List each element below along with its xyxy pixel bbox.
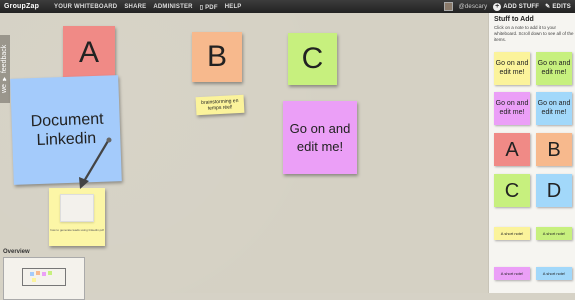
template-note-green[interactable]: Go on and edit me!: [536, 52, 572, 85]
main-nav: YOUR WHITEBOARD SHARE ADMINISTER ▯ PDF H…: [54, 4, 242, 11]
pencil-icon: ✎: [545, 4, 551, 10]
note-document-text: Document Linkedin: [30, 110, 104, 150]
template-short-note-pink[interactable]: A short note!: [494, 267, 530, 280]
sticky-note-c[interactable]: C: [288, 33, 337, 85]
image-note[interactable]: how to generate leads using linkedin.pdf: [49, 188, 105, 246]
template-short-text: A short note!: [542, 231, 566, 236]
template-short-text: A short note!: [500, 271, 524, 276]
note-b-text: B: [206, 40, 227, 73]
note-c-text: C: [301, 42, 324, 75]
top-bar: GroupZap YOUR WHITEBOARD SHARE ADMINISTE…: [0, 0, 575, 13]
nav-your-whiteboard[interactable]: YOUR WHITEBOARD: [54, 4, 117, 11]
document-thumbnail: [60, 194, 94, 222]
nav-share[interactable]: SHARE: [124, 4, 146, 11]
stuff-to-add-panel: Stuff to Add Click on a note to add it t…: [488, 13, 575, 293]
template-note-pink[interactable]: Go on and edit me!: [494, 92, 530, 125]
avatar[interactable]: [443, 2, 453, 11]
add-stuff-label: ADD STUFF: [503, 3, 540, 10]
nav-help[interactable]: HELP: [225, 4, 242, 11]
nav-pdf[interactable]: ▯ PDF: [200, 4, 218, 11]
template-short-note-green[interactable]: A short note!: [536, 227, 572, 240]
whiteboard[interactable]: we ♥ feedback A B C brainstorming en tem…: [0, 13, 488, 300]
note-a-text: A: [78, 35, 99, 69]
minimap-note: [36, 271, 40, 275]
template-letter-a[interactable]: A: [494, 133, 530, 166]
minimap-note: [42, 272, 46, 276]
sticky-note-brainstorm[interactable]: brainstorming en temps réel!: [195, 94, 245, 116]
overview-minimap[interactable]: [3, 257, 85, 300]
template-letter-text: C: [504, 179, 520, 202]
app-logo[interactable]: GroupZap: [4, 3, 39, 10]
add-stuff-button[interactable]: + ADD STUFF: [493, 2, 540, 11]
panel-description: Click on a note to add it to your whiteb…: [494, 25, 574, 42]
feedback-tab[interactable]: we ♥ feedback: [0, 35, 10, 103]
overview-viewport[interactable]: [22, 268, 66, 286]
template-note-text: Go on and edit me!: [495, 59, 529, 76]
template-short-note-yellow[interactable]: A short note!: [494, 227, 530, 240]
minimap-note: [32, 278, 36, 282]
template-letter-c[interactable]: C: [494, 174, 530, 207]
template-note-text: Go on and edit me!: [495, 99, 529, 116]
template-short-note-blue[interactable]: A short note!: [536, 267, 572, 280]
plus-icon: +: [493, 2, 502, 11]
nav-pdf-label: PDF: [205, 4, 218, 11]
template-letter-text: A: [505, 138, 519, 161]
minimap-note: [30, 272, 34, 276]
image-note-caption: how to generate leads using linkedin.pdf: [50, 228, 104, 232]
template-note-text: Go on and edit me!: [537, 99, 571, 116]
template-short-text: A short note!: [542, 271, 566, 276]
pdf-icon: ▯: [199, 4, 204, 11]
minimap-note: [48, 271, 52, 275]
note-go-on-text: Go on and edit me!: [289, 120, 351, 154]
username[interactable]: @descary: [459, 4, 488, 10]
template-letter-b[interactable]: B: [536, 133, 572, 166]
overview-label: Overview: [3, 249, 30, 255]
note-brainstorm-text: brainstorming en temps réel!: [201, 98, 239, 112]
template-short-text: A short note!: [500, 231, 524, 236]
template-letter-d[interactable]: D: [536, 174, 572, 207]
panel-title: Stuff to Add: [494, 16, 534, 23]
sticky-note-b[interactable]: B: [192, 32, 242, 82]
template-note-yellow[interactable]: Go on and edit me!: [494, 52, 530, 85]
sticky-note-go-on[interactable]: Go on and edit me!: [283, 101, 357, 174]
sticky-note-a[interactable]: A: [63, 26, 115, 79]
sticky-note-document[interactable]: Document Linkedin: [10, 75, 122, 185]
template-note-text: Go on and edit me!: [537, 59, 571, 76]
template-letter-text: B: [547, 138, 561, 161]
edits-button[interactable]: ✎ EDITS: [545, 3, 571, 11]
nav-administer[interactable]: ADMINISTER: [153, 4, 192, 11]
user-actions: @descary + ADD STUFF ✎ EDITS: [443, 2, 571, 11]
edits-label: EDITS: [552, 3, 571, 10]
template-letter-text: D: [546, 179, 562, 202]
template-note-blue[interactable]: Go on and edit me!: [536, 92, 572, 125]
